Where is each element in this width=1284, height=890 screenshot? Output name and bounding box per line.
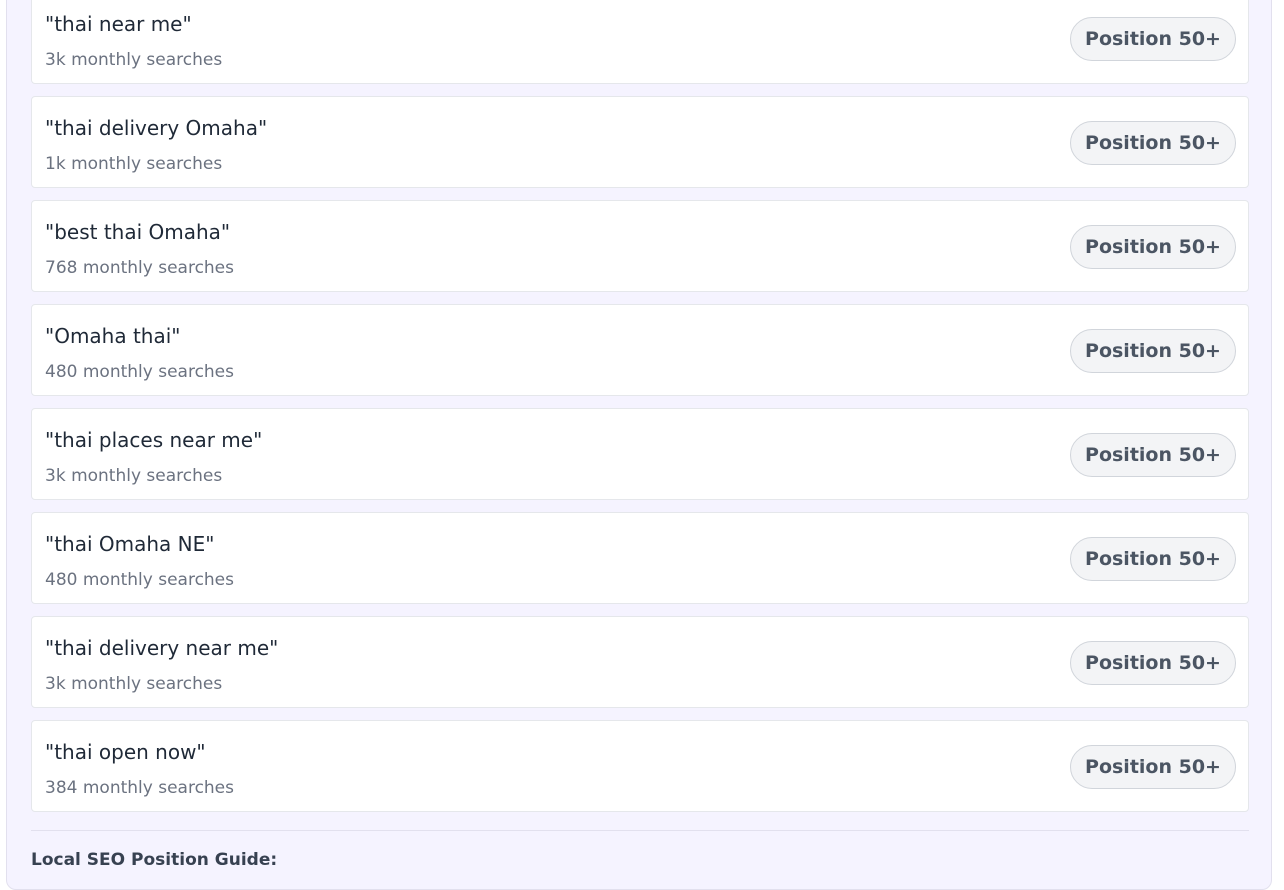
- keyword-text: "thai Omaha NE": [45, 532, 215, 556]
- keyword-card: "thai near me" 3k monthly searches Posit…: [31, 0, 1249, 84]
- keyword-card: "thai delivery near me" 3k monthly searc…: [31, 616, 1249, 708]
- position-badge: Position 50+: [1070, 745, 1236, 789]
- keyword-card: "thai open now" 384 monthly searches Pos…: [31, 720, 1249, 812]
- position-badge: Position 50+: [1070, 329, 1236, 373]
- search-volume: 1k monthly searches: [45, 154, 223, 174]
- keyword-text: "thai places near me": [45, 428, 263, 452]
- keyword-card: "best thai Omaha" 768 monthly searches P…: [31, 200, 1249, 292]
- position-badge: Position 50+: [1070, 17, 1236, 61]
- position-guide-title: Local SEO Position Guide:: [31, 850, 278, 870]
- keyword-text: "Omaha thai": [45, 324, 181, 348]
- search-volume: 3k monthly searches: [45, 466, 223, 486]
- keyword-text: "best thai Omaha": [45, 220, 231, 244]
- position-badge: Position 50+: [1070, 537, 1236, 581]
- keyword-text: "thai open now": [45, 740, 206, 764]
- position-badge: Position 50+: [1070, 641, 1236, 685]
- section-divider: [31, 830, 1249, 831]
- keyword-card: "thai delivery Omaha" 1k monthly searche…: [31, 96, 1249, 188]
- keyword-text: "thai delivery near me": [45, 636, 279, 660]
- position-badge: Position 50+: [1070, 433, 1236, 477]
- keyword-text: "thai delivery Omaha": [45, 116, 268, 140]
- search-volume: 768 monthly searches: [45, 258, 235, 278]
- keyword-card: "thai places near me" 3k monthly searche…: [31, 408, 1249, 500]
- keyword-text: "thai near me": [45, 12, 192, 36]
- keyword-card: "Omaha thai" 480 monthly searches Positi…: [31, 304, 1249, 396]
- search-volume: 3k monthly searches: [45, 50, 223, 70]
- search-volume: 384 monthly searches: [45, 778, 235, 798]
- search-volume: 3k monthly searches: [45, 674, 223, 694]
- position-badge: Position 50+: [1070, 225, 1236, 269]
- keyword-card: "thai Omaha NE" 480 monthly searches Pos…: [31, 512, 1249, 604]
- search-volume: 480 monthly searches: [45, 362, 235, 382]
- keyword-list: "thai near me" 3k monthly searches Posit…: [31, 0, 1249, 824]
- search-volume: 480 monthly searches: [45, 570, 235, 590]
- position-badge: Position 50+: [1070, 121, 1236, 165]
